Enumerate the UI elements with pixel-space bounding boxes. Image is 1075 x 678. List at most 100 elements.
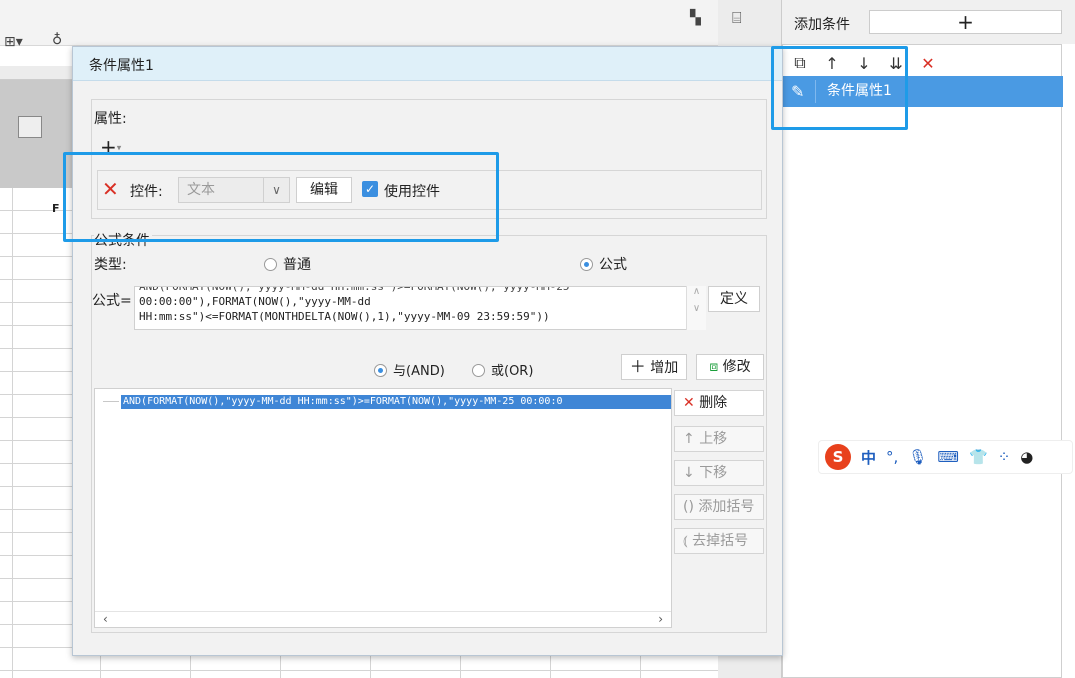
attribute-legend: 属性: [94,111,127,127]
radio-formula[interactable]: 公式 [580,254,627,274]
condition-header: 添加条件 + [782,0,1075,44]
column-header: F [52,202,60,215]
use-widget-label: 使用控件 [384,184,440,200]
layout-icon[interactable]: ⌸ [732,8,742,28]
scroll-down-icon[interactable]: ∨ [687,303,706,314]
arrow-up-icon: ↑ [683,431,695,447]
formula-line: 00:00:00"),FORMAT(NOW(),"yyyy-MM-dd [139,295,371,308]
list-item-label: 条件属性1 [827,83,892,99]
condition-panel: 添加条件 + ⧉ ↑ ↓ ⇊ ✕ ✎ 条件属性1 [782,0,1075,678]
delete-icon: ✕ [683,395,695,411]
remove-bracket-label: 去掉括号 [692,533,749,549]
delete-icon[interactable]: ✕ [919,54,937,73]
widget-type-value: 文本 [187,182,215,198]
attribute-group: 属性: +▾ ✕ 控件: 文本 ∨ 编辑 ✓ 使用控件 [91,99,767,219]
arrow-down-icon: ↓ [683,465,695,481]
define-button[interactable]: 定义 [708,286,760,312]
tree-line [103,401,119,402]
delete-button-label: 删除 [699,395,728,411]
use-widget-checkbox[interactable]: ✓ [362,181,378,197]
edit-button[interactable]: 编辑 [296,177,352,203]
grid-icon[interactable]: ⊞▾ [4,34,23,50]
radio-and-label: 与(AND) [393,364,445,379]
arrow-down-icon[interactable]: ↓ [855,54,873,73]
move-up-button[interactable]: ↑ 上移 [674,426,764,452]
remove-bracket-icon: ⦅ [683,533,688,549]
scroll-right-icon[interactable]: › [658,612,663,626]
list-item-condition[interactable]: ✎ 条件属性1 [783,76,1063,107]
chevron-down-icon[interactable]: ∨ [263,178,289,202]
divider [815,80,816,103]
chevron-down-icon: ▾ [116,143,122,154]
type-label: 类型: [94,257,127,273]
add-button[interactable]: ＋ 增加 [621,354,687,380]
move-up-label: 上移 [699,431,728,447]
remove-widget-icon[interactable]: ✕ [102,179,119,199]
add-condition-label: 添加条件 [794,17,850,33]
plus-icon: ＋ [629,357,646,376]
add-bracket-button[interactable]: () 添加括号 [674,494,764,520]
radio-or-label: 或(OR) [491,364,534,379]
sogou-logo-icon[interactable]: S [825,444,851,470]
delete-button[interactable]: ✕ 删除 [674,390,764,416]
radio-icon [472,364,485,377]
mic-icon[interactable]: 🎙 [908,448,927,466]
condition-dialog: 条件属性1 属性: +▾ ✕ 控件: 文本 ∨ 编辑 ✓ 使用控件 公式条件 类… [72,46,783,656]
punct-toggle[interactable]: °, [886,448,898,466]
widget-label: 控件: [130,184,163,200]
condition-expression-list[interactable]: AND(FORMAT(NOW(),"yyyy-MM-dd HH:mm:ss")>… [94,388,672,628]
move-down-label: 下移 [699,465,728,481]
scroll-up-icon[interactable]: ∧ [687,286,706,297]
dialog-titlebar[interactable]: 条件属性1 [73,47,782,81]
radio-normal[interactable]: 普通 [264,254,311,274]
add-attribute-button[interactable]: +▾ [100,136,136,160]
ime-mode[interactable]: 中 [861,447,876,468]
sort-down-icon[interactable]: ⇊ [887,54,905,73]
plus-icon: + [100,135,117,159]
widget-type-select[interactable]: 文本 ∨ [178,177,290,203]
radio-formula-label: 公式 [599,257,627,273]
radio-and[interactable]: 与(AND) [374,360,445,379]
radio-selected-icon [374,364,387,377]
radio-selected-icon [580,258,593,271]
radio-icon [264,258,277,271]
horizontal-scrollbar[interactable]: ‹ › [95,611,671,627]
modify-button[interactable]: ⧈ 修改 [696,354,764,380]
formula-textarea[interactable]: AND(FORMAT(NOW(),"yyyy-MM-dd HH:mm:ss")>… [134,286,700,330]
remove-bracket-button[interactable]: ⦅ 去掉括号 [674,528,764,554]
fill-icon[interactable]: ♁ [52,32,62,48]
modify-button-label: 修改 [722,359,751,375]
logic-group: 与(AND) 或(OR) ＋ 增加 ⧈ 修改 AND(FORMAT(NOW(),… [92,338,768,634]
shirt-icon[interactable]: 👕 [969,448,988,466]
bracket-icon: () [683,499,694,515]
grid-icon[interactable]: ⁘ [998,448,1011,466]
pencil-icon: ✎ [791,82,805,101]
radio-or[interactable]: 或(OR) [472,360,533,379]
add-condition-button[interactable]: + [869,10,1062,34]
copy-icon[interactable]: ⧉ [791,53,809,73]
arrow-up-icon[interactable]: ↑ [823,54,841,73]
condition-list: ⧉ ↑ ↓ ⇊ ✕ ✎ 条件属性1 [782,44,1063,678]
avatar-icon[interactable]: ◕ [1020,448,1033,466]
add-button-label: 增加 [650,360,679,376]
condition-expression-row[interactable]: AND(FORMAT(NOW(),"yyyy-MM-dd HH:mm:ss")>… [121,395,671,409]
condition-toolbar: ⧉ ↑ ↓ ⇊ ✕ [791,51,937,75]
widget-row: ✕ 控件: 文本 ∨ 编辑 ✓ 使用控件 [97,170,762,210]
formula-scrollbar[interactable]: ∧ ∨ [686,286,706,330]
cursor-icon[interactable]: ▚ [690,10,701,26]
formula-legend: 公式条件 [94,230,152,250]
formula-label: 公式= [92,293,132,309]
move-down-button[interactable]: ↓ 下移 [674,460,764,486]
panel-gray [0,80,72,188]
modify-icon: ⧈ [709,359,719,375]
mini-widget-icon [18,116,42,138]
dialog-title: 条件属性1 [89,58,154,74]
app-toolbar: ⊞▾ ♁ [0,0,718,50]
formula-condition-group: 公式条件 类型: 普通 公式 公式= AND(FORMAT(NOW(),"yyy… [91,230,768,634]
formula-line: HH:mm:ss")<=FORMAT(MONTHDELTA(NOW(),1),"… [139,310,550,323]
scroll-left-icon[interactable]: ‹ [103,612,108,626]
radio-normal-label: 普通 [283,257,311,273]
formula-line: AND(FORMAT(NOW(),"yyyy-MM-dd HH:mm:ss")>… [139,286,570,293]
keyboard-icon[interactable]: ⌨ [937,448,959,466]
ime-toolbar[interactable]: S 中 °, 🎙 ⌨ 👕 ⁘ ◕ [818,440,1073,474]
